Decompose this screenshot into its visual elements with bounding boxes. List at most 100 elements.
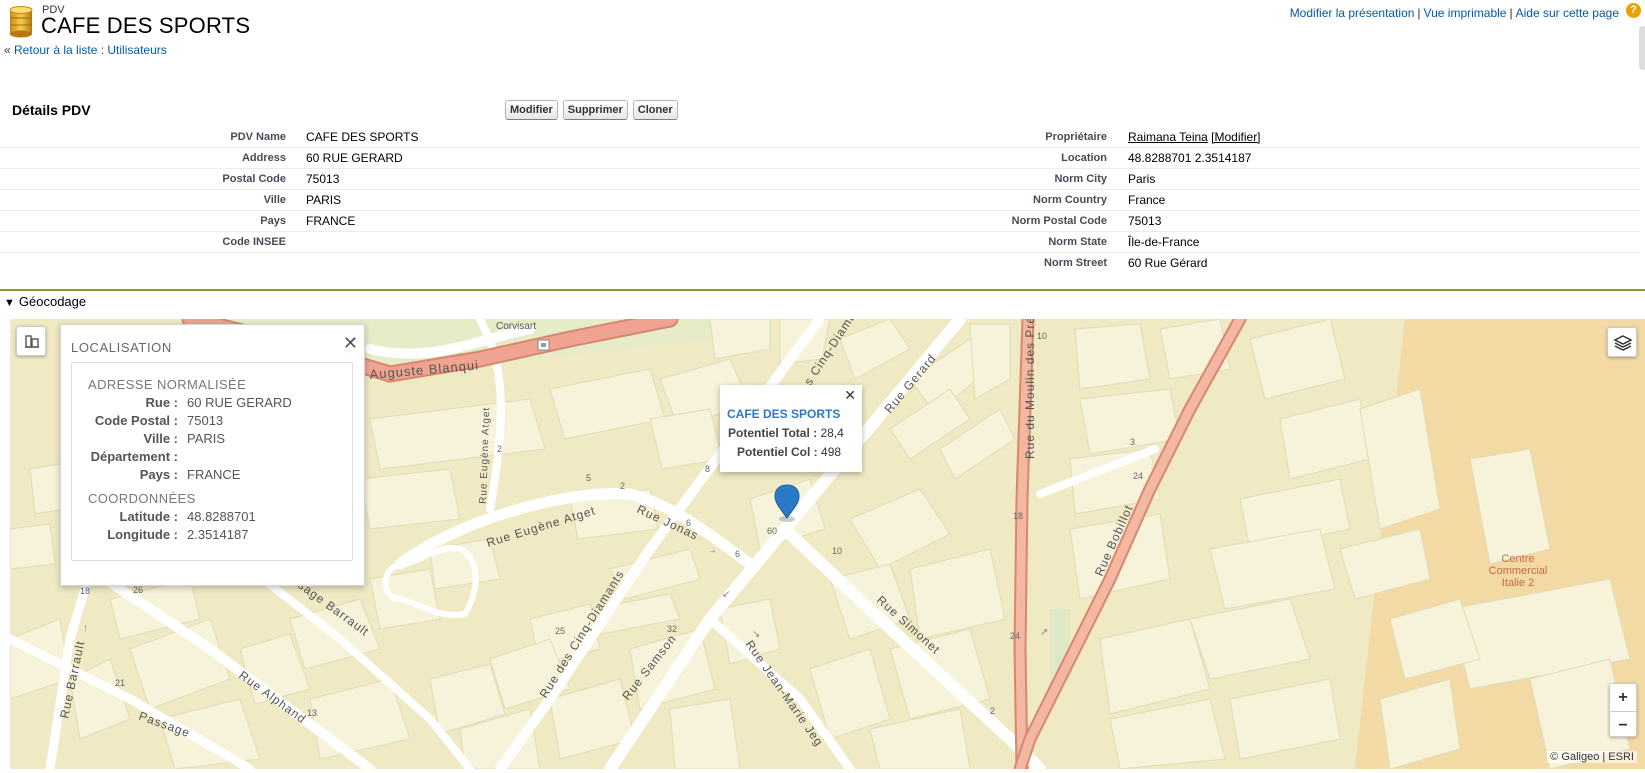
close-icon[interactable]: ✕ [343,333,358,354]
geocodage-section-toggle[interactable]: ▼ Géocodage [4,294,86,309]
label-centre-3: Italie 2 [1502,577,1534,589]
address-row: Pays : FRANCE [72,467,354,485]
close-icon[interactable]: ✕ [844,387,856,404]
house-number: 2 [620,481,625,491]
section-divider [0,289,1645,291]
field-value: Paris [1128,172,1156,186]
field-label: Norm City [1054,173,1107,185]
house-number: 24 [1133,471,1143,481]
detail-row: Postal Code 75013 Norm City Paris [0,169,1640,190]
delete-button[interactable]: Supprimer [562,100,628,120]
edit-button[interactable]: Modifier [505,100,558,120]
page-help-link[interactable]: Aide sur cette page [1516,6,1619,20]
field-value: 60 Rue Gérard [1128,256,1208,270]
address-label: Rue : [145,395,179,410]
popup-label: Potentiel Col : [737,445,818,459]
label-centre-1: Centre [1501,553,1534,565]
coords-label: Latitude : [119,509,179,524]
house-number: 18 [1013,511,1023,521]
cylinder-icon [9,6,33,38]
field-value: 48.8288701 2.3514187 [1128,151,1252,165]
field-label: Code INSEE [222,236,286,248]
house-number: 25 [555,626,565,636]
address-row: Département : [72,449,354,467]
popup-label: Potentiel Total : [728,426,818,440]
address-label: Département : [90,449,178,464]
house-number: 32 [667,624,677,634]
owner-value: Raimana Teina [Modifier] [1128,130,1261,144]
detail-row: Pays FRANCE Norm Postal Code 75013 [0,211,1640,232]
building-icon [25,335,39,348]
field-value: France [1128,193,1166,207]
address-value: 60 RUE GERARD [187,395,292,410]
address-label: Pays : [139,467,178,482]
back-to-list-link[interactable]: Retour à la liste : Utilisateurs [14,43,167,57]
detail-row: Code INSEE Norm State Île-de-France [0,232,1640,253]
house-number: 6 [735,549,740,559]
house-number: 24 [1010,631,1020,641]
detail-row: PDV Name CAFE DES SPORTS Propriétaire Ra… [0,127,1640,148]
popup-row: Potentiel Total : 28,4 [728,426,844,440]
address-value: FRANCE [187,467,241,482]
layers-icon [1613,335,1633,351]
zoom-out-button[interactable]: − [1610,711,1636,738]
house-number: 10 [1037,331,1047,341]
breadcrumb-prefix: « [4,43,15,57]
house-number: 3 [1130,437,1135,447]
field-label: Norm Street [1044,257,1107,269]
arrow: ↘ [752,629,760,640]
scroll-tab[interactable] [1639,26,1645,70]
label-rue-du-moulin-des-pres: Rue du Moulin des Pré [1023,319,1037,459]
field-label: Norm Postal Code [1011,215,1107,227]
field-value: FRANCE [306,214,356,228]
layers-button[interactable] [1607,327,1637,357]
address-value: PARIS [187,431,226,446]
arrow: → [707,545,717,556]
zoom-control: + − [1609,683,1637,737]
printable-view-link[interactable]: Vue imprimable [1424,6,1507,20]
house-number: 60 [767,526,777,536]
house-number: 6 [686,518,691,528]
field-value: 75013 [1128,214,1162,228]
zoom-in-button[interactable]: + [1610,684,1636,711]
owner-link[interactable]: Raimana Teina [1128,130,1208,144]
map-attribution: © Galigeo | ESRI [1547,751,1637,763]
house-number: 2 [990,706,995,716]
coords-row: Longitude : 2.3514187 [72,527,354,545]
building-toggle-button[interactable] [16,326,46,356]
arrow: ↙ [722,589,730,600]
detail-row: Norm Street 60 Rue Gérard [0,253,1640,274]
address-label: Ville : [143,431,178,446]
address-row: Rue : 60 RUE GERARD [72,395,354,413]
map-view[interactable]: Corvisart Auguste Blanqui Rue Eugène Atg… [10,319,1645,769]
house-number: 13 [307,708,317,718]
clone-button[interactable]: Cloner [632,100,678,120]
help-icon[interactable]: ? [1626,3,1641,18]
house-number: 10 [832,546,842,556]
edit-layout-link[interactable]: Modifier la présentation [1290,6,1415,20]
field-value: 75013 [306,172,340,186]
address-section-title: ADRESSE NORMALISÉE [88,377,247,392]
geocodage-section-title: Géocodage [18,294,87,309]
triangle-down-icon: ▼ [4,297,15,309]
address-label: Code Postal : [94,413,178,428]
detail-section-title: Détails PDV [12,102,91,118]
detail-table: PDV Name CAFE DES SPORTS Propriétaire Ra… [0,127,1640,274]
house-number: 21 [115,678,125,688]
field-label: Norm State [1048,236,1107,248]
page-header: PDV CAFE DES SPORTS « Retour à la liste … [0,0,1645,70]
label-corvisart: Corvisart [496,321,536,332]
localisation-content: ADRESSE NORMALISÉE Rue : 60 RUE GERARD Co… [71,362,353,561]
owner-change-link[interactable]: [Modifier] [1211,130,1260,144]
detail-row: Address 60 RUE GERARD Location 48.828870… [0,148,1640,169]
field-value: PARIS [306,193,342,207]
field-value: Île-de-France [1128,235,1200,249]
detail-button-row: Modifier Supprimer Cloner [505,100,683,120]
house-number: 18 [80,586,90,596]
label-centre-2: Commercial [1489,565,1548,577]
localisation-title: LOCALISATION [71,340,172,355]
field-label: Propriétaire [1045,131,1107,143]
house-number: 26 [133,585,143,595]
field-label: PDV Name [230,131,286,143]
arrow: ↗ [1040,627,1048,638]
